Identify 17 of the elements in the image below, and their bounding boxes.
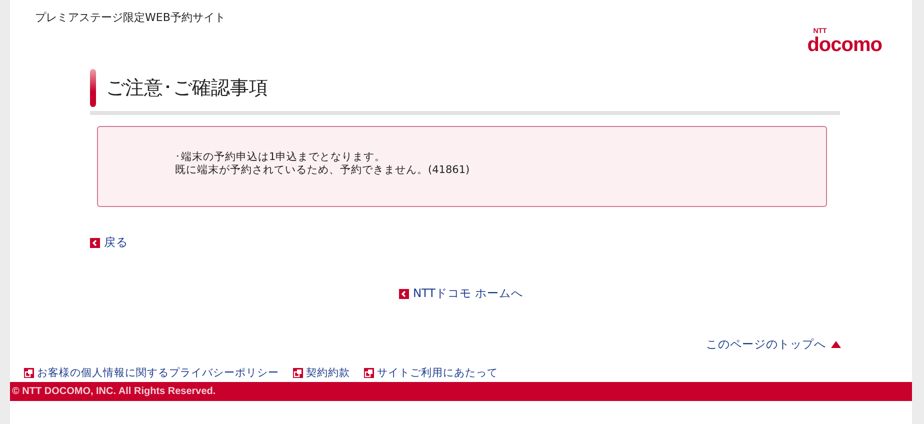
new-window-icon bbox=[293, 368, 303, 378]
section-heading: ご注意･ご確認事項 bbox=[106, 76, 268, 101]
up-triangle-icon bbox=[831, 341, 841, 348]
new-window-icon bbox=[24, 368, 34, 378]
footer-link[interactable]: サイトご利用にあたって bbox=[377, 366, 498, 380]
heading-accent-bar bbox=[90, 69, 96, 107]
notice-text: ･端末の予約申込は1申込までとなります。 bbox=[175, 151, 387, 164]
page-top-link[interactable]: このページのトップへ bbox=[706, 337, 826, 352]
notice-text: 既に端末が予約されているため、予約できません。(41861) bbox=[175, 164, 471, 177]
new-window-icon bbox=[364, 368, 374, 378]
back-link[interactable]: 戻る bbox=[104, 235, 128, 250]
back-arrow-icon bbox=[90, 238, 100, 248]
home-link[interactable]: NTTドコモ ホームへ bbox=[412, 286, 524, 301]
footer-link[interactable]: お客様の個人情報に関するプライバシーポリシー bbox=[37, 366, 279, 380]
footer-link[interactable]: 契約約款 bbox=[306, 366, 350, 380]
site-title: プレミアステージ限定WEB予約サイト bbox=[35, 10, 226, 26]
copyright-bar: © NTT DOCOMO, INC. All Rights Reserved. bbox=[10, 382, 912, 401]
